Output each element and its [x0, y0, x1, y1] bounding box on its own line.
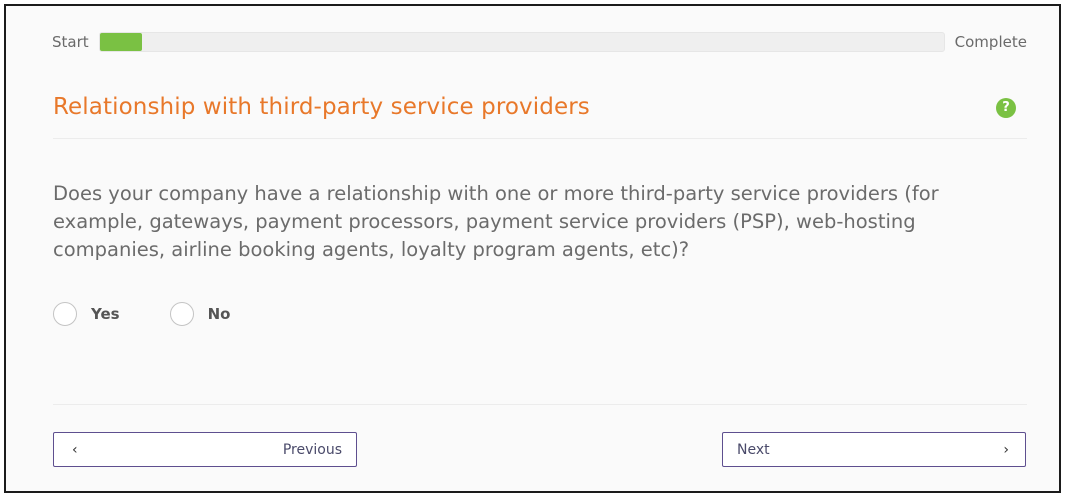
previous-button[interactable]: ‹ Previous — [53, 432, 357, 467]
footer-divider — [53, 404, 1027, 405]
option-no[interactable]: No — [169, 302, 231, 326]
progress-end-label: Complete — [954, 33, 1027, 51]
section-title: Relationship with third-party service pr… — [53, 94, 590, 120]
survey-panel: Start Complete Relationship with third-p… — [4, 4, 1061, 493]
help-icon[interactable]: ? — [996, 98, 1016, 118]
previous-button-label: Previous — [282, 441, 342, 458]
option-yes[interactable]: Yes — [53, 302, 120, 326]
progress-bar-fill — [99, 33, 142, 51]
option-yes-label[interactable]: Yes — [91, 305, 120, 323]
option-no-label[interactable]: No — [208, 305, 231, 323]
progress-indicator: Start Complete — [52, 30, 1028, 54]
question-text: Does your company have a relationship wi… — [53, 182, 939, 261]
chevron-left-icon: ‹ — [72, 441, 78, 458]
radio-yes[interactable] — [53, 302, 77, 326]
chevron-right-icon: › — [1003, 441, 1009, 458]
header-divider — [53, 138, 1027, 139]
progress-bar — [98, 32, 945, 52]
answer-options: Yes No — [53, 302, 230, 326]
next-button[interactable]: Next › — [722, 432, 1026, 467]
progress-start-label: Start — [52, 33, 89, 51]
next-button-label: Next — [737, 441, 770, 458]
radio-no[interactable] — [169, 302, 194, 326]
